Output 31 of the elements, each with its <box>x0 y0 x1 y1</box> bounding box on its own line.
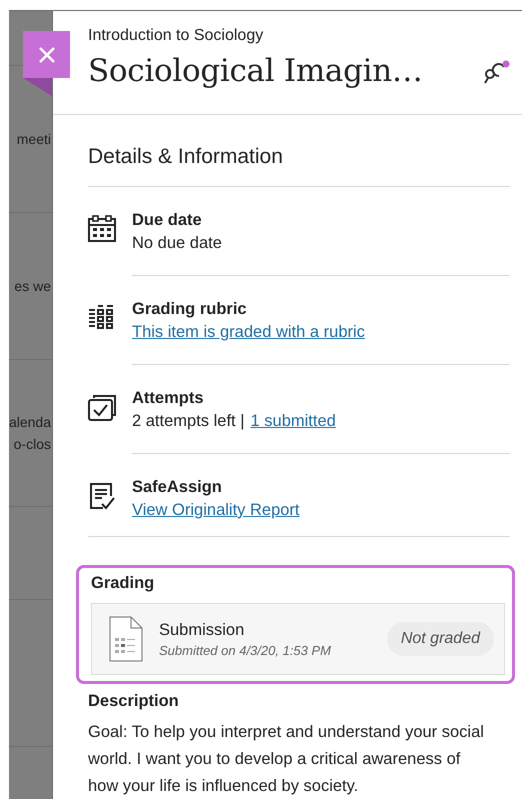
submission-date: Submitted on 4/3/20, 1:53 PM <box>159 642 332 658</box>
detail-value: 2 attempts left | <box>132 412 245 431</box>
detail-value: No due date <box>132 234 222 253</box>
background-text: es we <box>14 277 52 296</box>
document-icon <box>109 616 143 662</box>
detail-label: Attempts <box>132 389 205 408</box>
detail-label: Grading rubric <box>132 300 248 319</box>
document-check-icon <box>88 482 116 510</box>
detail-link[interactable]: This item is graded with a rubric <box>132 323 365 342</box>
page-title: Sociological Imagin… <box>88 53 423 89</box>
detail-label: Due date <box>132 211 203 230</box>
description-text: Goal: To help you interpret and understand your social world. I want you to develop a critical awareness of how your life is influenced by society. <box>88 722 485 797</box>
submission-title: Submission <box>159 620 246 640</box>
submission-card[interactable]: Submission Submitted on 4/3/20, 1:53 PM Not graded <box>91 603 505 675</box>
close-button[interactable] <box>23 31 70 78</box>
description-heading: Description <box>88 692 180 711</box>
background-text: o-clos <box>14 435 52 454</box>
course-name: Introduction to Sociology <box>88 27 264 45</box>
background-text: meeti <box>16 130 52 149</box>
checkbox-stack-icon <box>88 393 116 421</box>
detail-label: SafeAssign <box>132 478 223 497</box>
grid-icon <box>88 304 116 332</box>
grade-status-pill: Not graded <box>386 622 494 656</box>
background-text: alenda <box>9 413 52 432</box>
detail-link[interactable]: 1 submitted <box>250 412 336 431</box>
section-heading: Details & Information <box>88 115 510 187</box>
grading-heading: Grading <box>91 574 156 593</box>
detail-link[interactable]: View Originality Report <box>132 501 300 520</box>
calendar-icon <box>88 215 116 243</box>
ribbon-fold <box>23 78 52 96</box>
close-icon <box>36 44 56 64</box>
